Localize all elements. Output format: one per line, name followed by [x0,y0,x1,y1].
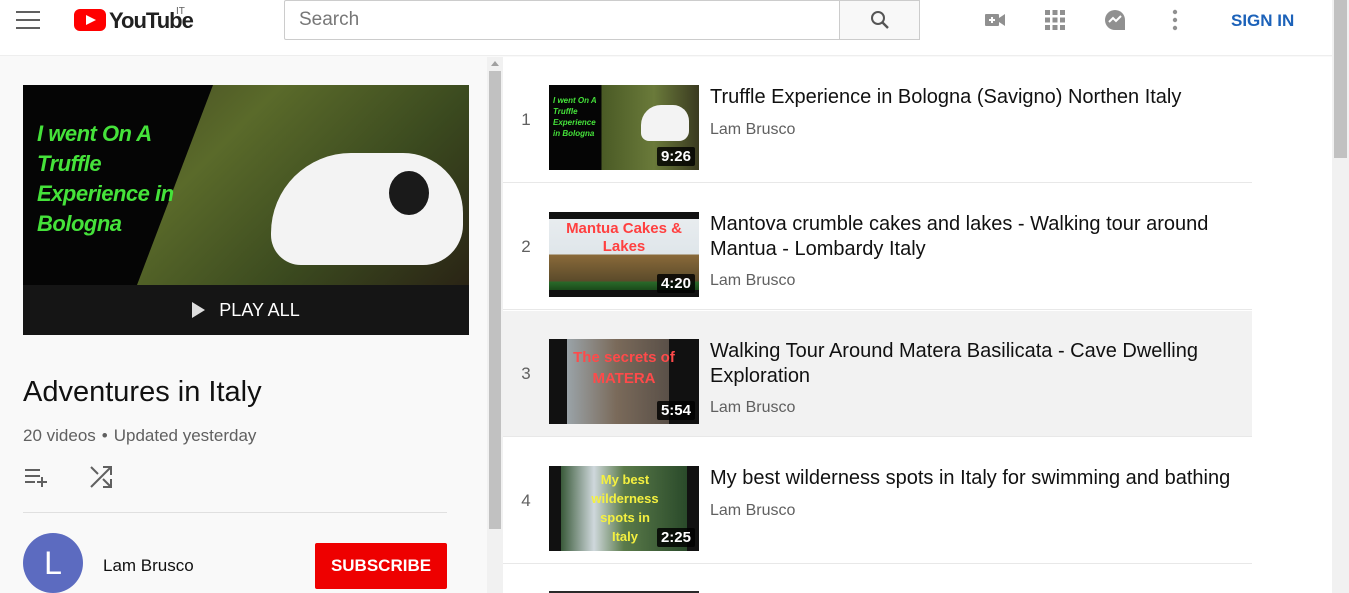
video-index: 4 [521,491,531,510]
youtube-play-icon [74,9,106,31]
video-duration: 5:54 [656,401,695,420]
playlist-title: Adventures in Italy [23,376,262,408]
video-row-3[interactable]: 3 The secrets of MATERA 5:54 Walking Tou… [503,311,1252,437]
video-thumbnail[interactable]: I went On A Truffle Experience in Bologn… [549,85,699,170]
guide-menu-icon[interactable] [16,11,40,29]
video-title[interactable]: Truffle Experience in Bologna (Savigno) … [710,85,1250,110]
playlist-stats: 20 videos • Updated yesterday [23,426,256,446]
window-scrollbar[interactable] [1332,0,1349,593]
video-duration: 9:26 [656,147,695,166]
play-all-button[interactable]: PLAY ALL [23,285,469,335]
thumbnail-caption: I went On A Truffle Experience in Bologn… [553,96,597,138]
more-options-icon[interactable] [1163,8,1187,32]
play-all-label: PLAY ALL [219,299,300,320]
search-box [284,0,840,40]
video-thumbnail[interactable]: The secrets of MATERA 5:54 [549,339,699,424]
video-thumbnail[interactable]: My best wilderness spots in Italy 2:25 [549,466,699,551]
video-thumbnail[interactable]: Mantua Cakes & Lakes 4:20 [549,212,699,297]
thumbnail-caption: My best wilderness spots in Italy [591,472,659,544]
masthead: YouTube IT SIGN IN [0,0,1332,56]
video-index: 3 [521,364,531,383]
video-title[interactable]: Walking Tour Around Matera Basilicata - … [710,339,1250,389]
subscribe-button[interactable]: SUBSCRIBE [315,543,447,589]
playlist-video-list: 1 I went On A Truffle Experience in Bolo… [503,57,1332,593]
thumbnail-dog [641,105,689,141]
sidebar-scrollbar[interactable] [487,57,503,593]
video-duration: 4:20 [656,274,695,293]
search-icon [870,11,889,29]
thumbnail-caption: Mantua Cakes & Lakes [566,220,682,255]
playlist-owner: L Lam Brusco SUBSCRIBE [23,533,447,593]
video-index: 1 [521,110,531,129]
add-to-queue-icon[interactable] [23,463,51,491]
sign-in-button[interactable]: SIGN IN [1213,4,1312,38]
video-channel[interactable]: Lam Brusco [710,272,795,290]
sidebar-divider [23,512,447,513]
video-channel[interactable]: Lam Brusco [710,399,795,417]
thumbnail-caption: I went On A Truffle Experience in Bologn… [37,121,174,236]
scroll-up-arrow-icon[interactable] [491,61,499,66]
video-index: 2 [521,237,531,256]
shuffle-icon[interactable] [87,463,115,491]
avatar[interactable]: L [23,533,83,593]
video-duration: 2:25 [656,528,695,547]
video-count: 20 videos [23,426,96,445]
stats-separator: • [101,426,108,445]
video-channel[interactable]: Lam Brusco [710,502,795,520]
messages-icon[interactable] [1103,8,1127,32]
play-icon [192,302,206,318]
sidebar-scroll-thumb[interactable] [489,71,501,529]
create-video-icon[interactable] [983,8,1007,32]
video-title[interactable]: Mantova crumble cakes and lakes - Walkin… [710,212,1250,262]
playlist-thumbnail[interactable]: I went On A Truffle Experience in Bologn… [23,85,469,335]
playlist-actions [23,463,115,491]
window-scroll-thumb[interactable] [1334,0,1347,158]
video-channel[interactable]: Lam Brusco [710,121,795,139]
logo-country-code: IT [176,6,185,17]
video-row-2[interactable]: 2 Mantua Cakes & Lakes 4:20 Mantova crum… [503,184,1252,310]
video-row-1[interactable]: 1 I went On A Truffle Experience in Bolo… [503,57,1252,183]
playlist-sidebar: I went On A Truffle Experience in Bologn… [0,57,487,593]
thumbnail-dog [271,153,463,265]
search-input[interactable] [285,1,839,39]
search-button[interactable] [839,0,920,40]
owner-name[interactable]: Lam Brusco [103,556,194,576]
video-row-4[interactable]: 4 My best wilderness spots in Italy 2:25… [503,438,1252,564]
updated-label: Updated yesterday [113,426,257,445]
thumbnail-caption: The secrets of MATERA [573,349,675,387]
video-title[interactable]: My best wilderness spots in Italy for sw… [710,466,1250,491]
youtube-logo[interactable]: YouTube IT [74,6,194,34]
apps-grid-icon[interactable] [1043,8,1067,32]
